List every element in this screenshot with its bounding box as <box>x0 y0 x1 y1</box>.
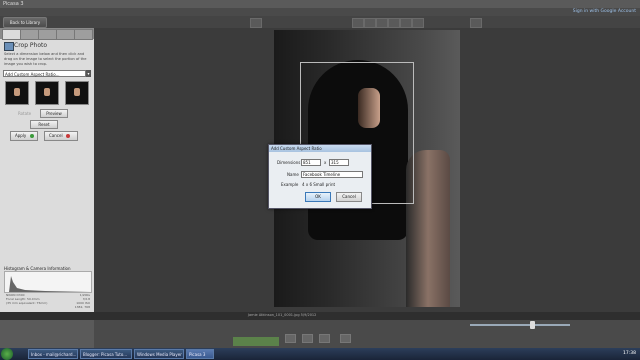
reset-button[interactable]: Reset <box>30 120 58 129</box>
print-icon[interactable] <box>302 334 313 343</box>
example-label: Example <box>281 182 299 187</box>
apply-button[interactable]: Apply <box>10 131 38 141</box>
aspect-ratio-select[interactable]: Add Custom Aspect Ratio... <box>3 70 86 77</box>
chevron-down-icon[interactable]: ▾ <box>86 70 91 77</box>
name-input[interactable]: Facebook Timeline <box>301 171 363 178</box>
custom-aspect-ratio-dialog: Add Custom Aspect Ratio Dimensions 851 x… <box>268 144 372 209</box>
taskbar-item-blogger[interactable]: Blogger: Picasa Tuto... <box>80 349 132 359</box>
photo-info: Jamie Atkinson_101_0001.jpg 5/9/2012 <box>248 313 317 317</box>
crop-icon <box>4 42 14 51</box>
check-icon <box>29 134 34 138</box>
dialog-cancel-button[interactable]: Cancel <box>336 192 362 202</box>
tab-effects[interactable] <box>38 29 57 40</box>
zoom-slider[interactable] <box>470 324 570 326</box>
apply-label: Apply <box>15 133 27 138</box>
view-info-icon[interactable] <box>364 18 376 28</box>
height-input[interactable]: 315 <box>329 159 349 166</box>
window-title: Picasa 3 <box>3 1 24 7</box>
back-to-library-button[interactable]: Back to Library <box>3 17 47 28</box>
x-label: x <box>324 160 327 165</box>
tab-tuning[interactable] <box>20 29 39 40</box>
redo-icon[interactable] <box>470 18 482 28</box>
tab-basic-fixes[interactable] <box>2 29 21 40</box>
view-compare-icon[interactable] <box>376 18 388 28</box>
email-icon[interactable] <box>285 334 296 343</box>
dimensions-label: Dimensions <box>277 160 301 165</box>
photo-tray <box>0 320 94 348</box>
histogram-graph <box>9 276 91 292</box>
name-label: Name <box>287 172 299 177</box>
status-strip <box>0 312 640 320</box>
example-value: 4 x 6 Small print <box>302 182 336 187</box>
view-single-icon[interactable] <box>352 18 364 28</box>
undo-icon[interactable] <box>250 18 262 28</box>
camera-info: NIKON D300 1/200s Focal Length: 50.0mm f/2… <box>6 293 90 309</box>
shop-icon[interactable] <box>340 334 351 343</box>
share-button[interactable] <box>233 337 279 346</box>
sign-in-link[interactable]: Sign in with Google Account <box>573 8 636 16</box>
view-tags-icon[interactable] <box>388 18 400 28</box>
start-button[interactable] <box>1 348 13 360</box>
preview-button[interactable]: Preview <box>40 109 68 118</box>
camera-resolution: 1382, 768 <box>74 305 90 309</box>
title-bar: Picasa 3 <box>0 0 640 8</box>
crop-preset-thumbnail[interactable] <box>65 81 89 105</box>
rotate-label: Rotate <box>18 111 32 116</box>
view-places-icon[interactable] <box>412 18 424 28</box>
dialog-title: Add Custom Aspect Ratio <box>269 145 371 152</box>
crop-instructions: Select a dimension below and then click … <box>4 52 87 66</box>
tab-effects-2[interactable] <box>56 29 75 40</box>
ok-button[interactable]: OK <box>305 192 331 202</box>
tab-effects-3[interactable] <box>74 29 93 40</box>
toolbar <box>0 16 640 28</box>
menu-bar: File Edit View Album Picture Create Tool… <box>0 8 640 25</box>
cancel-crop-button[interactable]: Cancel <box>44 131 78 141</box>
taskbar-item-media-player[interactable]: Windows Media Player <box>134 349 184 359</box>
clock: 17:38 <box>623 351 636 356</box>
taskbar-item-picasa[interactable]: Picasa 3 <box>186 349 214 359</box>
cancel-label: Cancel <box>49 133 63 138</box>
export-icon[interactable] <box>319 334 330 343</box>
view-faces-icon[interactable] <box>400 18 412 28</box>
zoom-slider-handle[interactable] <box>530 321 535 329</box>
cancel-icon <box>65 134 70 138</box>
taskbar-item-email[interactable]: Inbox - mail@richard... <box>28 349 78 359</box>
histogram-chart <box>4 271 92 293</box>
crop-preset-thumbnail[interactable] <box>35 81 59 105</box>
crop-preset-thumbnail[interactable] <box>5 81 29 105</box>
panel-title: Crop Photo <box>14 42 48 49</box>
camera-equivalent: (35 mm equivalent: 75mm) <box>6 301 48 305</box>
width-input[interactable]: 851 <box>301 159 321 166</box>
